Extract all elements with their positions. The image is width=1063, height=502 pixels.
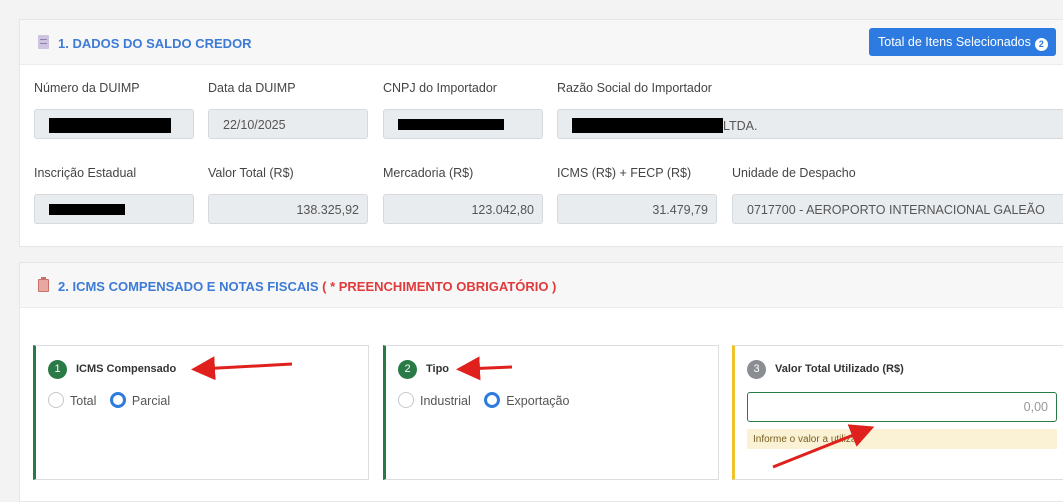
mercadoria-value: 123.042,80 <box>471 203 534 217</box>
icms-compensado-card-title: ICMS Compensado <box>76 363 177 375</box>
total-itens-label: Total de Itens Selecionados <box>878 35 1031 49</box>
document-icon <box>38 35 49 49</box>
icms-compensado-title-text: 2. ICMS COMPENSADO E NOTAS FISCAIS <box>58 279 319 294</box>
redacted-block <box>49 204 125 215</box>
radio-parcial[interactable] <box>109 392 126 408</box>
step-3-badge: 3 <box>747 360 766 379</box>
radio-industrial-label[interactable]: Industrial <box>420 394 471 408</box>
radio-exportacao-label[interactable]: Exportação <box>506 394 569 408</box>
radio-total[interactable] <box>48 392 64 408</box>
numero-duimp-field <box>34 109 194 139</box>
valor-hint: Informe o valor a utilizar. <box>747 429 1057 449</box>
saldo-credor-title: 1. DADOS DO SALDO CREDOR <box>58 36 252 51</box>
data-duimp-field: 22/10/2025 <box>208 109 368 139</box>
unidade-despacho-value: 0717700 - AEROPORTO INTERNACIONAL GALEÃO <box>747 203 1045 217</box>
step-2-badge: 2 <box>398 360 417 379</box>
radio-exportacao[interactable] <box>484 392 501 408</box>
cnpj-importador-field <box>383 109 543 139</box>
saldo-credor-panel: 1. DADOS DO SALDO CREDOR Total de Itens … <box>19 19 1063 247</box>
inscricao-estadual-field <box>34 194 194 224</box>
redacted-block <box>572 118 723 133</box>
razao-social-field: LTDA. <box>557 109 1063 139</box>
redacted-block <box>398 119 504 130</box>
razao-social-label: Razão Social do Importador <box>557 81 712 95</box>
total-itens-selecionados-button[interactable]: Total de Itens Selecionados 2 <box>869 28 1056 56</box>
step-1-badge: 1 <box>48 360 67 379</box>
radio-industrial[interactable] <box>398 392 414 408</box>
valor-total-utilizado-input[interactable]: 0,00 <box>747 392 1057 422</box>
mercadoria-field: 123.042,80 <box>383 194 543 224</box>
inscricao-estadual-label: Inscrição Estadual <box>34 166 137 180</box>
tipo-card: 2 Tipo Industrial Exportação <box>383 345 719 480</box>
unidade-despacho-label: Unidade de Despacho <box>732 166 856 180</box>
icms-compensado-header: 2. ICMS COMPENSADO E NOTAS FISCAIS ( * P… <box>20 263 1063 308</box>
valor-total-label: Valor Total (R$) <box>208 166 294 180</box>
data-duimp-value: 22/10/2025 <box>223 118 286 132</box>
total-itens-badge: 2 <box>1034 38 1048 51</box>
valor-total-field: 138.325,92 <box>208 194 368 224</box>
mercadoria-label: Mercadoria (R$) <box>383 166 474 180</box>
redacted-block <box>49 118 171 133</box>
icms-compensado-card: 1 ICMS Compensado Total Parcial <box>33 345 369 480</box>
tipo-card-title: Tipo <box>426 363 450 375</box>
clipboard-icon <box>38 277 49 292</box>
icms-compensado-panel: 2. ICMS COMPENSADO E NOTAS FISCAIS ( * P… <box>19 262 1063 502</box>
radio-total-label[interactable]: Total <box>70 394 96 408</box>
valor-total-value: 138.325,92 <box>296 203 359 217</box>
valor-total-utilizado-title: Valor Total Utilizado (R$) <box>775 363 904 375</box>
icms-compensado-options: Total Parcial <box>48 392 180 408</box>
numero-duimp-label: Número da DUIMP <box>34 81 140 95</box>
icms-compensado-title: 2. ICMS COMPENSADO E NOTAS FISCAIS ( * P… <box>58 279 556 294</box>
tipo-options: Industrial Exportação <box>398 392 579 408</box>
saldo-credor-header: 1. DADOS DO SALDO CREDOR Total de Itens … <box>20 20 1063 65</box>
required-notice: ( * PREENCHIMENTO OBRIGATÓRIO ) <box>322 279 557 294</box>
icms-fecp-label: ICMS (R$) + FECP (R$) <box>557 166 692 180</box>
icms-fecp-value: 31.479,79 <box>652 203 708 217</box>
icms-fecp-field: 31.479,79 <box>557 194 717 224</box>
radio-parcial-label[interactable]: Parcial <box>132 394 170 408</box>
razao-social-suffix: LTDA. <box>723 119 758 133</box>
valor-total-utilizado-card: 3 Valor Total Utilizado (R$) 0,00 Inform… <box>732 345 1063 480</box>
cnpj-importador-label: CNPJ do Importador <box>383 81 497 95</box>
unidade-despacho-field: 0717700 - AEROPORTO INTERNACIONAL GALEÃO <box>732 194 1063 224</box>
data-duimp-label: Data da DUIMP <box>208 81 296 95</box>
